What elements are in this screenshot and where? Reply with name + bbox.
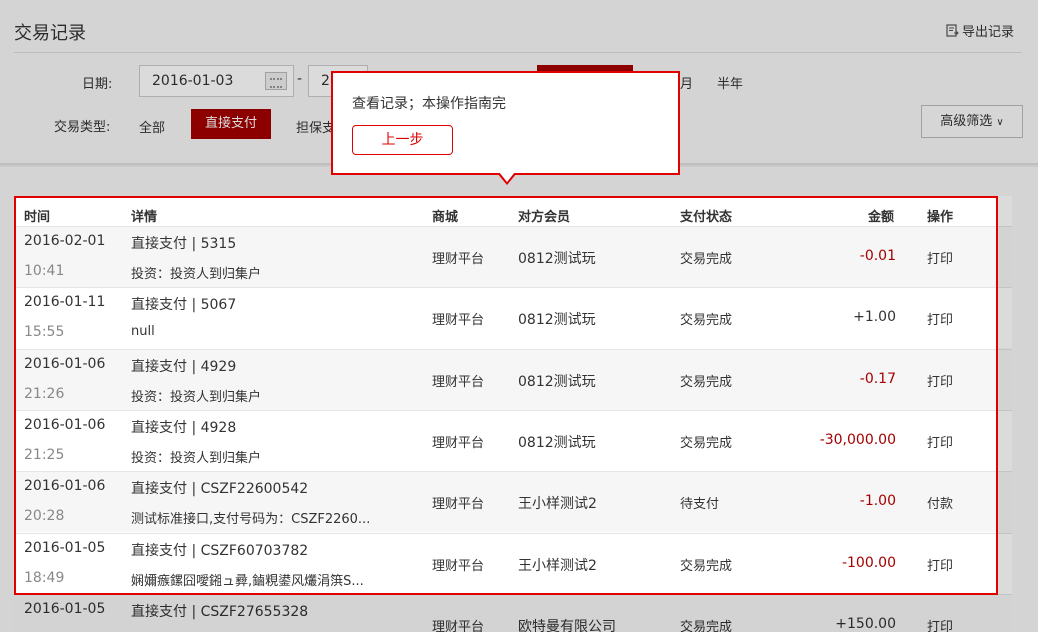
guide-popover: 查看记录；本操作指南完 上一步 xyxy=(331,71,680,175)
prev-step-button[interactable]: 上一步 xyxy=(352,125,453,155)
guide-text: 查看记录；本操作指南完 xyxy=(352,96,506,112)
guide-highlight-frame xyxy=(14,196,998,595)
popover-arrow-inner xyxy=(499,172,515,182)
